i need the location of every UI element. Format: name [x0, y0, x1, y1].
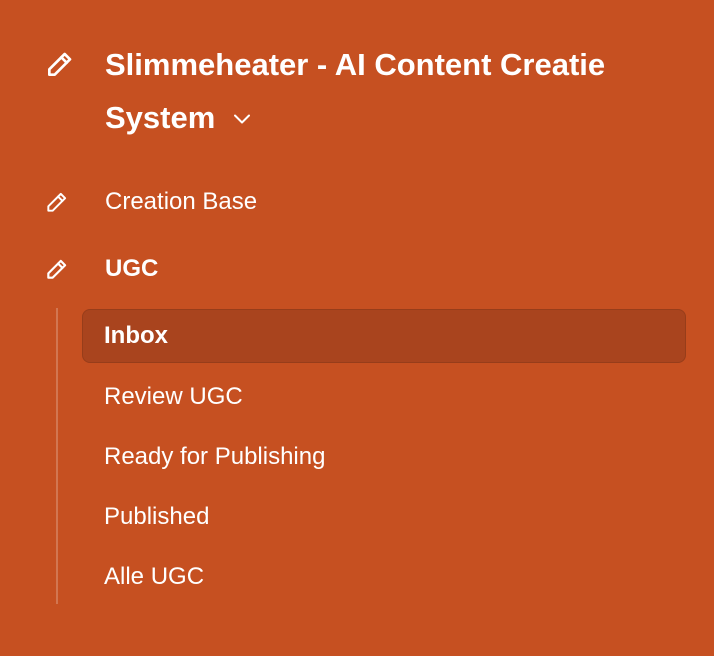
sidebar-item-label: Creation Base: [105, 188, 258, 215]
sidebar-subitem-inbox[interactable]: Inbox: [82, 309, 686, 363]
sidebar-subitem-label: Review UGC: [104, 383, 243, 410]
sidebar-subitem-label: Ready for Publishing: [104, 443, 326, 470]
sidebar-item-label: UGC: [105, 255, 159, 282]
sidebar-subitem-alle-ugc[interactable]: Alle UGC: [82, 550, 686, 604]
sidebar-subitem-label: Inbox: [104, 322, 168, 349]
sidebar-subitem-published[interactable]: Published: [82, 490, 686, 544]
workspace-title[interactable]: Slimmeheater - AI Content Creatie System: [105, 40, 705, 142]
sidebar-item-ugc[interactable]: UGC: [44, 251, 684, 285]
app-window: Slimmeheater - AI Content Creatie System…: [0, 0, 714, 656]
pencil-icon: [44, 189, 70, 215]
workspace-title-text: Slimmeheater - AI Content Creatie System: [105, 47, 606, 135]
sidebar-subitem-label: Alle UGC: [104, 563, 205, 590]
sidebar-subitem-label: Published: [104, 503, 210, 530]
sidebar-item-creation-base[interactable]: Creation Base: [44, 184, 684, 218]
pencil-icon: [44, 48, 76, 80]
pencil-icon: [44, 256, 70, 282]
chevron-down-icon[interactable]: [233, 89, 250, 124]
submenu-indent-rail: [56, 308, 58, 604]
sidebar-subitem-ready-for-publishing[interactable]: Ready for Publishing: [82, 430, 686, 484]
sidebar-subitem-review-ugc[interactable]: Review UGC: [82, 370, 686, 424]
